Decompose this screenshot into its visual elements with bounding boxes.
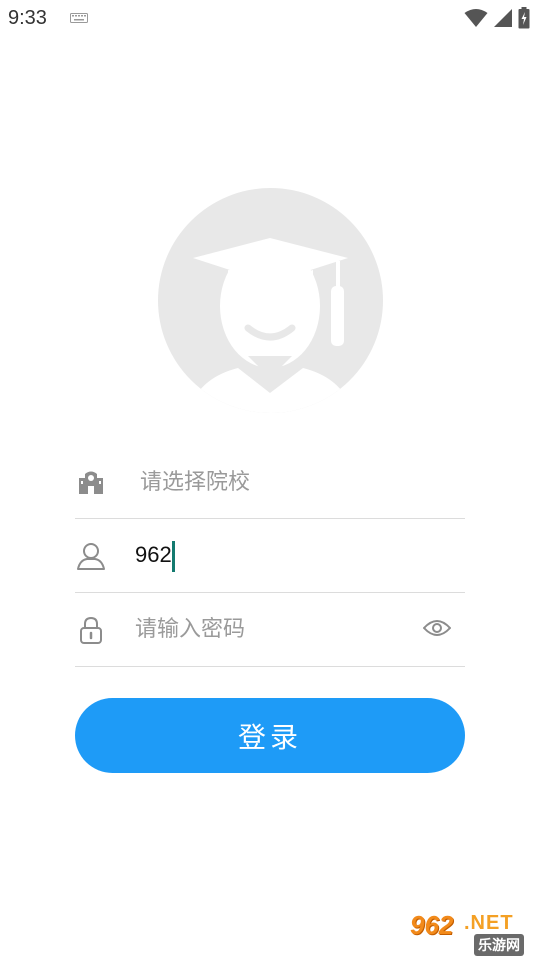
eye-icon[interactable] bbox=[423, 618, 451, 638]
watermark-suffix: .NET bbox=[464, 912, 514, 934]
watermark-chinese: 乐游网 bbox=[474, 934, 524, 956]
school-select[interactable]: 请选择院校 bbox=[75, 444, 465, 519]
school-placeholder: 请选择院校 bbox=[140, 470, 251, 495]
user-icon bbox=[77, 543, 105, 570]
login-screen: 9:33 请选择院校 962 登录 962 .NET 乐游网 bbox=[0, 0, 540, 960]
text-cursor bbox=[172, 541, 175, 572]
status-bar: 9:33 bbox=[0, 0, 540, 36]
password-row bbox=[75, 592, 465, 667]
wifi-icon bbox=[464, 9, 488, 27]
username-input[interactable] bbox=[135, 538, 435, 572]
signal-icon bbox=[494, 9, 512, 27]
site-watermark: 962 .NET 乐游网 bbox=[402, 910, 534, 956]
lock-icon bbox=[80, 616, 102, 644]
password-input[interactable] bbox=[135, 612, 435, 646]
battery-icon bbox=[518, 7, 530, 29]
graduate-avatar-icon bbox=[158, 188, 383, 413]
school-building-icon bbox=[79, 471, 103, 494]
keyboard-icon bbox=[70, 13, 88, 23]
login-button[interactable]: 登录 bbox=[75, 698, 465, 773]
status-time: 9:33 bbox=[8, 7, 47, 29]
status-icons bbox=[464, 7, 530, 29]
watermark-number: 962 bbox=[410, 910, 454, 940]
username-row bbox=[75, 518, 465, 593]
